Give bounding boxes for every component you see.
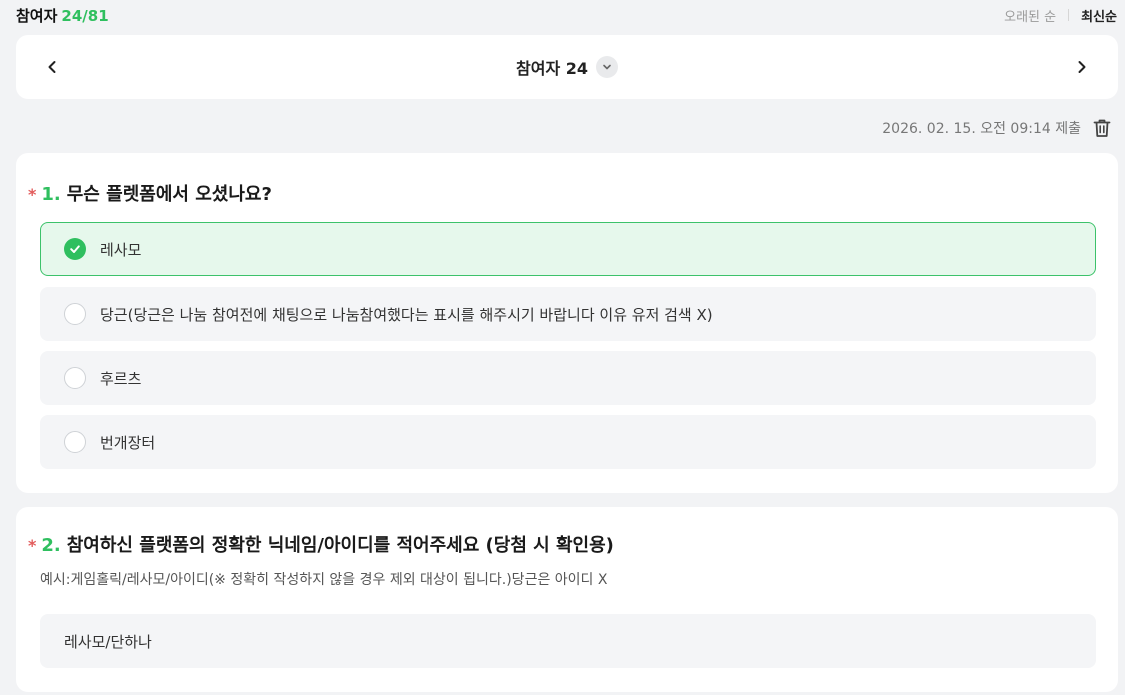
question-number: 2. [41, 535, 61, 556]
option-bungaejangter[interactable]: 번개장터 [40, 415, 1096, 469]
submitted-timestamp: 2026. 02. 15. 오전 09:14 제출 [882, 121, 1081, 137]
sort-options: 오래된 순 최신순 [1004, 6, 1117, 25]
participant-count-label: 참여자 [16, 6, 58, 25]
question-title: * 1. 무슨 플렛폼에서 오셨나요? [28, 180, 272, 206]
next-participant-button[interactable] [1068, 53, 1096, 81]
participant-title-label: 참여자 24 [516, 59, 588, 78]
question-number: 1. [41, 184, 61, 205]
participant-navigator: 참여자 24 [16, 35, 1118, 99]
sort-divider [1068, 9, 1070, 21]
participant-dropdown-button[interactable] [596, 56, 618, 78]
answer-text-box: 레사모/단하나 [40, 614, 1096, 668]
question-card-2: * 2. 참여하신 플랫폼의 정확한 닉네임/아이디를 적어주세요 (당첨 시 … [16, 507, 1118, 692]
question-title: * 2. 참여하신 플랫폼의 정확한 닉네임/아이디를 적어주세요 (당첨 시 … [28, 531, 614, 557]
prev-participant-button[interactable] [38, 53, 66, 81]
option-resamo[interactable]: 레사모 [40, 222, 1096, 276]
sort-newest-button[interactable]: 최신순 [1081, 6, 1117, 25]
option-label: 당근(당근은 나눔 참여전에 채팅으로 나눔참여했다는 표시를 해주시기 바랍니… [100, 305, 713, 324]
participant-title[interactable]: 참여자 24 [516, 55, 618, 79]
chevron-left-icon [48, 61, 56, 73]
question-text: 참여하신 플랫폼의 정확한 닉네임/아이디를 적어주세요 (당첨 시 확인용) [66, 535, 614, 556]
question-card-1: * 1. 무슨 플렛폼에서 오셨나요? 레사모 당근(당근은 나눔 참여전에 채… [16, 153, 1118, 493]
delete-response-button[interactable] [1091, 117, 1113, 139]
submission-info: 2026. 02. 15. 오전 09:14 제출 [882, 116, 1113, 140]
answer-value: 레사모/단하나 [64, 632, 152, 651]
option-label: 후르츠 [100, 369, 142, 388]
radio-checked [64, 238, 86, 260]
chevron-down-icon [603, 64, 611, 70]
question-description: 예시:게임홀릭/레사모/아이디(※ 정확히 작성하지 않을 경우 제외 대상이 … [40, 572, 608, 588]
participant-count-value: 24/81 [61, 6, 109, 25]
top-bar: 참여자 24/81 오래된 순 최신순 [0, 0, 1125, 30]
option-label: 레사모 [100, 240, 142, 259]
trash-icon [1093, 119, 1111, 137]
radio-unchecked [64, 367, 86, 389]
chevron-right-icon [1078, 61, 1086, 73]
required-mark: * [28, 185, 37, 204]
radio-unchecked [64, 431, 86, 453]
required-mark: * [28, 536, 37, 555]
sort-oldest-button[interactable]: 오래된 순 [1004, 6, 1056, 25]
option-label: 번개장터 [100, 433, 156, 452]
option-danggeun[interactable]: 당근(당근은 나눔 참여전에 채팅으로 나눔참여했다는 표시를 해주시기 바랍니… [40, 287, 1096, 341]
check-icon [70, 245, 80, 253]
question-text: 무슨 플렛폼에서 오셨나요? [66, 184, 272, 205]
participant-count: 참여자 24/81 [16, 5, 109, 26]
radio-unchecked [64, 303, 86, 325]
option-fruits[interactable]: 후르츠 [40, 351, 1096, 405]
